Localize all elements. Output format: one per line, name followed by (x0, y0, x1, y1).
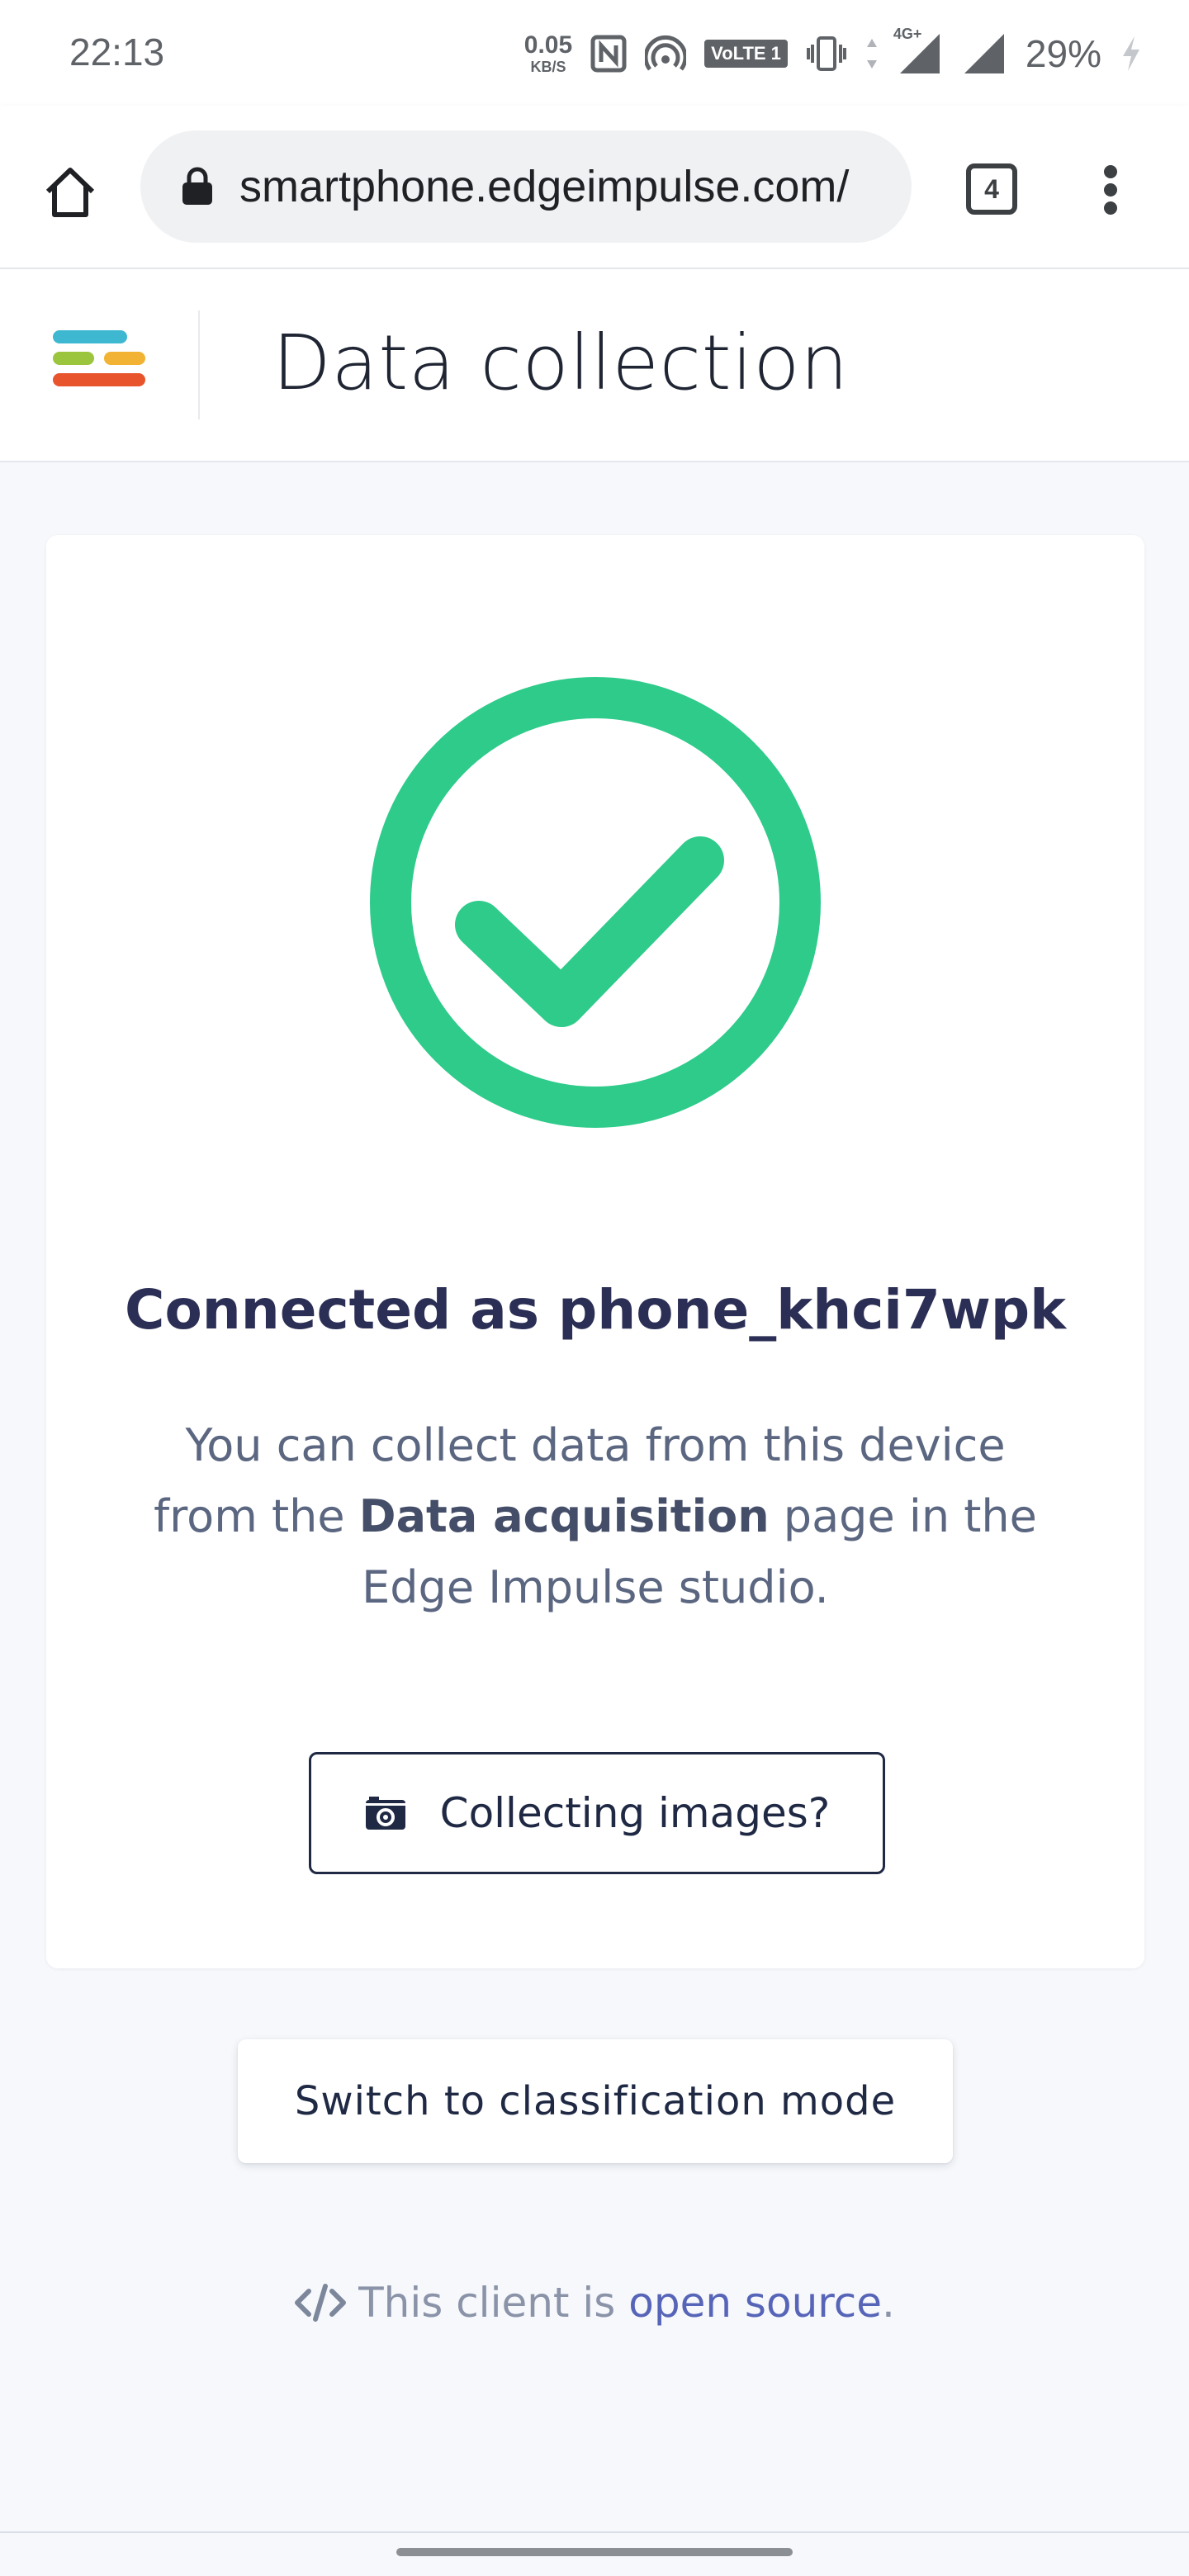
url-text[interactable]: smartphone.edgeimpulse.com/ (239, 161, 892, 212)
network-type: 4G+ (893, 26, 922, 42)
header-divider (198, 310, 200, 419)
url-bar[interactable]: smartphone.edgeimpulse.com/ (140, 130, 912, 243)
signal-4g: 4G+ (893, 26, 943, 75)
edge-impulse-logo (53, 330, 145, 386)
signal-icon-2 (964, 34, 1004, 73)
battery-charging-icon (1123, 36, 1139, 71)
code-icon (295, 2284, 347, 2322)
battery-percent: 29% (1025, 32, 1101, 75)
gesture-nav-bar[interactable] (396, 2548, 793, 2556)
browser-toolbar: smartphone.edgeimpulse.com/ 4 (0, 106, 1189, 269)
tabs-button[interactable]: 4 (966, 163, 1017, 215)
vibrate-icon (806, 36, 846, 71)
status-icons: 0.05 KB/S VoLTE 1 4G+ 29% (524, 25, 1143, 83)
hotspot-icon (645, 35, 687, 71)
more-vert-icon[interactable] (1090, 155, 1131, 225)
tab-count: 4 (984, 173, 999, 204)
connected-status: Connected as phone_khci7wpk (125, 1278, 1066, 1342)
camera-icon (365, 1797, 405, 1830)
connection-card: Connected as phone_khci7wpk You can coll… (46, 535, 1144, 1968)
bottom-divider (0, 2531, 1189, 2533)
footer-period: . (881, 2279, 895, 2327)
check-circle-icon (370, 677, 821, 1128)
page-title: Data collection (272, 319, 849, 407)
collecting-images-button[interactable]: Collecting images? (309, 1752, 885, 1874)
open-source-link[interactable]: open source (628, 2279, 882, 2327)
footer-text: This client is (358, 2279, 629, 2327)
footer: This client is open source. (0, 2279, 1189, 2327)
net-speed-unit: KB/S (530, 59, 566, 75)
home-icon (45, 168, 95, 217)
data-acquisition-label: Data acquisition (358, 1490, 770, 1542)
data-arrows-icon (866, 39, 877, 69)
nfc-icon (590, 35, 627, 73)
app-header: Data collection (0, 269, 1189, 462)
connection-description: You can collect data from this device fr… (145, 1410, 1045, 1623)
net-speed: 0.05 KB/S (523, 31, 573, 75)
collecting-images-label: Collecting images? (439, 1789, 831, 1837)
lock-icon (180, 167, 215, 206)
home-button[interactable] (33, 155, 107, 230)
status-bar: 22:13 0.05 KB/S VoLTE 1 4G+ 29% (0, 0, 1189, 106)
switch-classification-button[interactable]: Switch to classification mode (238, 2039, 953, 2163)
status-time: 22:13 (69, 31, 165, 73)
volte-badge: VoLTE 1 (704, 40, 788, 68)
net-speed-value: 0.05 (523, 31, 573, 59)
